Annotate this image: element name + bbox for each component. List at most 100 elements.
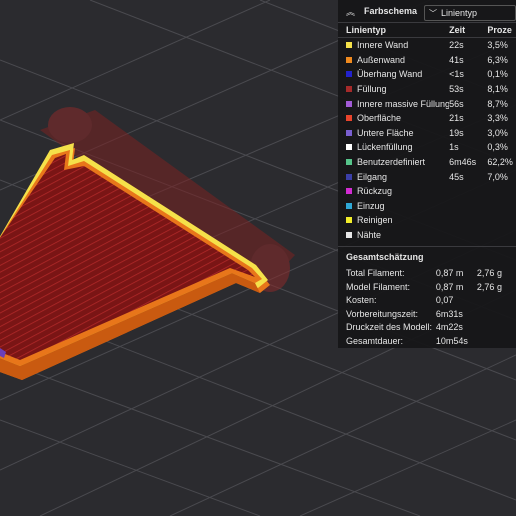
legend-label-cell: Überhang Wand [338, 69, 449, 79]
column-header-percent: Proze [487, 25, 512, 35]
color-scheme-title: Farbschema [364, 6, 418, 16]
color-swatch [346, 232, 352, 239]
summary-title: Gesamtschätzung [338, 246, 516, 266]
legend-row[interactable]: Benutzerdefiniert 6m46s 62,2% [338, 155, 516, 170]
summary-value: 0,87 m [435, 281, 464, 292]
legend-label-cell: Einzug [338, 201, 449, 211]
legend-label-cell: Rückzug [338, 186, 449, 196]
legend-label-cell: Eilgang [338, 172, 449, 182]
summary-label: Vorbereitungszeit: [346, 308, 419, 319]
summary-row: Druckzeit des Modell: 4m22s [338, 320, 516, 334]
summary-value: 2,76 g [476, 281, 502, 292]
summary-row: Gesamtdauer: 10m54s [338, 334, 516, 348]
legend-row[interactable]: Rückzug [338, 184, 516, 199]
chevron-down-icon: ﹀ [429, 8, 437, 18]
legend-label: Rückzug [357, 186, 393, 197]
legend-percent: 3,0% [487, 127, 508, 138]
color-swatch [346, 86, 352, 93]
color-swatch [346, 115, 352, 122]
legend-row[interactable]: Einzug [338, 199, 516, 214]
legend-label: Füllung [357, 84, 387, 95]
summary-value: 0,87 m [435, 268, 464, 279]
legend-label: Oberfläche [357, 113, 402, 124]
color-swatch [346, 144, 352, 151]
color-swatch [346, 129, 352, 136]
summary-value: 4m22s [435, 322, 463, 333]
column-header-time: Zeit [449, 25, 466, 35]
legend-percent: 0,1% [487, 69, 508, 80]
legend-time: 41s [449, 54, 464, 65]
legend-percent: 7,0% [487, 171, 508, 182]
color-swatch [346, 217, 352, 224]
legend-panel-header: ︽ Farbschema ﹀ Linientyp [338, 0, 516, 23]
legend-label: Nähte [357, 230, 382, 241]
summary-label: Model Filament: [346, 281, 411, 292]
legend-label: Überhang Wand [357, 69, 423, 80]
legend-time: 21s [449, 113, 464, 124]
legend-row[interactable]: Lückenfüllung 1s 0,3% [338, 140, 516, 155]
summary-label: Kosten: [346, 295, 377, 306]
legend-label-cell: Benutzerdefiniert [338, 157, 449, 167]
summary-label: Total Filament: [346, 268, 405, 279]
legend-label: Lückenfüllung [357, 142, 413, 153]
legend-percent: 6,3% [487, 54, 508, 65]
legend-time: <1s [449, 69, 464, 80]
legend-percent: 8,1% [487, 84, 508, 95]
legend-label-cell: Untere Fläche [338, 128, 449, 138]
legend-row[interactable]: Oberfläche 21s 3,3% [338, 111, 516, 126]
legend-row[interactable]: Innere massive Füllung 56s 8,7% [338, 96, 516, 111]
line-type-dropdown[interactable]: ﹀ Linientyp [424, 5, 516, 21]
collapse-chevron-icon[interactable]: ︽ [346, 5, 358, 18]
legend-label-cell: Außenwand [338, 55, 449, 65]
legend-time: 22s [449, 40, 464, 51]
legend-header-row: Linientyp Zeit Proze [338, 23, 516, 38]
color-swatch [346, 56, 352, 63]
legend-row[interactable]: Eilgang 45s 7,0% [338, 169, 516, 184]
summary-value: 2,76 g [476, 268, 502, 279]
legend-percent: 3,5% [487, 40, 508, 51]
summary-value: 0,07 [435, 295, 454, 306]
color-swatch [346, 159, 352, 166]
legend-label-cell: Innere Wand [338, 40, 449, 50]
summary-value: 6m31s [435, 308, 463, 319]
legend-time: 1s [449, 142, 459, 153]
legend-label: Außenwand [357, 54, 406, 65]
summary-row: Model Filament: 0,87 m 2,76 g [338, 280, 516, 294]
summary-row: Total Filament: 0,87 m 2,76 g [338, 266, 516, 280]
color-swatch [346, 71, 352, 78]
legend-label-cell: Reinigen [338, 215, 449, 225]
legend-label: Innere Wand [357, 40, 409, 51]
legend-percent: 8,7% [487, 98, 508, 109]
legend-time: 6m46s [449, 157, 477, 168]
legend-row[interactable]: Überhang Wand <1s 0,1% [338, 67, 516, 82]
color-swatch [346, 188, 352, 195]
legend-label: Reinigen [357, 215, 393, 226]
legend-label-cell: Füllung [338, 84, 449, 94]
summary-label: Druckzeit des Modell: [346, 322, 433, 333]
legend-time: 45s [449, 171, 464, 182]
legend-row[interactable]: Innere Wand 22s 3,5% [338, 38, 516, 53]
summary-row: Kosten: 0,07 [338, 293, 516, 307]
legend-label-cell: Oberfläche [338, 113, 449, 123]
legend-row[interactable]: Außenwand 41s 6,3% [338, 53, 516, 68]
legend-label-cell: Nähte [338, 230, 449, 240]
color-swatch [346, 42, 352, 49]
column-header-type: Linientyp [346, 25, 386, 35]
legend-row[interactable]: Füllung 53s 8,1% [338, 82, 516, 97]
legend-label: Einzug [357, 200, 385, 211]
legend-panel: ︽ Farbschema ﹀ Linientyp Linientyp Zeit … [338, 0, 516, 348]
color-swatch [346, 100, 352, 107]
summary-rows: Total Filament: 0,87 m 2,76 g Model Filamen… [338, 266, 516, 347]
legend-label: Eilgang [357, 171, 388, 182]
legend-time: 19s [449, 127, 464, 138]
summary-value: 10m54s [435, 335, 468, 346]
summary-label: Gesamtdauer: [346, 335, 404, 346]
dropdown-value: Linientyp [441, 8, 478, 18]
legend-row[interactable]: Untere Fläche 19s 3,0% [338, 126, 516, 141]
legend-rows: Innere Wand 22s 3,5% Außenwand 41s 6,3% Überha… [338, 38, 516, 242]
legend-label: Untere Fläche [357, 127, 414, 138]
legend-row[interactable]: Reinigen [338, 213, 516, 228]
legend-row[interactable]: Nähte [338, 228, 516, 243]
legend-percent: 0,3% [487, 142, 508, 153]
legend-percent: 3,3% [487, 113, 508, 124]
